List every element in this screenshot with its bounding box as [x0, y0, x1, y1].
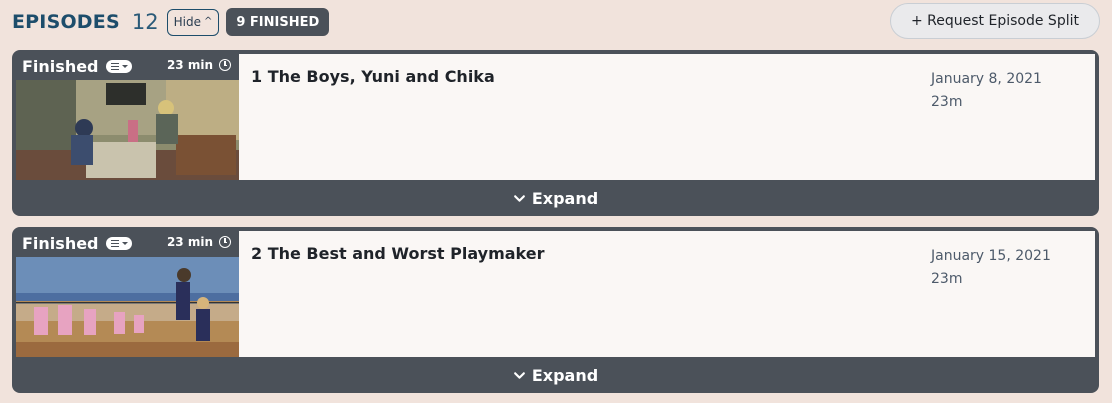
episode-status-bar: Finished 23 min	[16, 54, 239, 78]
episode-status-bar: Finished 23 min	[16, 231, 239, 255]
status-label: Finished	[22, 233, 99, 253]
finished-count-badge: 9 FINISHED	[226, 8, 330, 36]
clock-icon	[219, 59, 231, 71]
episode-length: 23m	[931, 94, 963, 110]
list-icon[interactable]	[105, 59, 132, 73]
chevron-up-icon: ^	[203, 15, 213, 27]
episode-details[interactable]: 2 The Best and Worst Playmaker January 1…	[239, 231, 1095, 357]
episodes-count: 12	[131, 10, 159, 34]
episode-title[interactable]: 2 The Best and Worst Playmaker	[251, 244, 545, 263]
duration-text: 23 min	[166, 235, 213, 249]
episode-thumbnail[interactable]	[16, 80, 239, 180]
duration: 23 min	[167, 235, 231, 249]
expand-button[interactable]: Expand	[12, 357, 1099, 393]
status-label: Finished	[22, 56, 99, 76]
episode-card: Finished 23 min	[12, 227, 1099, 393]
hide-label: Hide	[173, 15, 201, 29]
episode-thumbnail[interactable]	[16, 257, 239, 357]
episode-details[interactable]: 1 The Boys, Yuni and Chika January 8, 20…	[239, 54, 1095, 180]
air-date: January 15, 2021	[931, 248, 1051, 264]
expand-label: Expand	[531, 365, 599, 385]
episodes-header: EPISODES 12 Hide ^ 9 FINISHED + Request …	[12, 3, 1100, 39]
expand-button[interactable]: Expand	[12, 180, 1099, 216]
episode-thumbnail-column: Finished 23 min	[16, 54, 239, 180]
episode-meta: January 8, 2021 23m	[931, 68, 1042, 114]
duration-text: 23 min	[166, 58, 213, 72]
chevron-down-icon	[513, 371, 525, 379]
episode-title[interactable]: 1 The Boys, Yuni and Chika	[251, 67, 495, 86]
episode-length: 23m	[931, 271, 963, 287]
chevron-down-icon	[513, 194, 525, 202]
episode-thumbnail-column: Finished 23 min	[16, 231, 239, 357]
air-date: January 8, 2021	[931, 71, 1042, 87]
list-icon[interactable]	[105, 236, 132, 250]
hide-button[interactable]: Hide ^	[166, 8, 220, 36]
expand-label: Expand	[531, 188, 599, 208]
clock-icon	[219, 236, 231, 248]
episodes-title: EPISODES	[12, 11, 120, 33]
duration: 23 min	[167, 58, 231, 72]
episode-meta: January 15, 2021 23m	[931, 245, 1051, 291]
episode-card: Finished 23 min	[12, 50, 1099, 216]
request-episode-split-button[interactable]: + Request Episode Split	[890, 3, 1100, 39]
